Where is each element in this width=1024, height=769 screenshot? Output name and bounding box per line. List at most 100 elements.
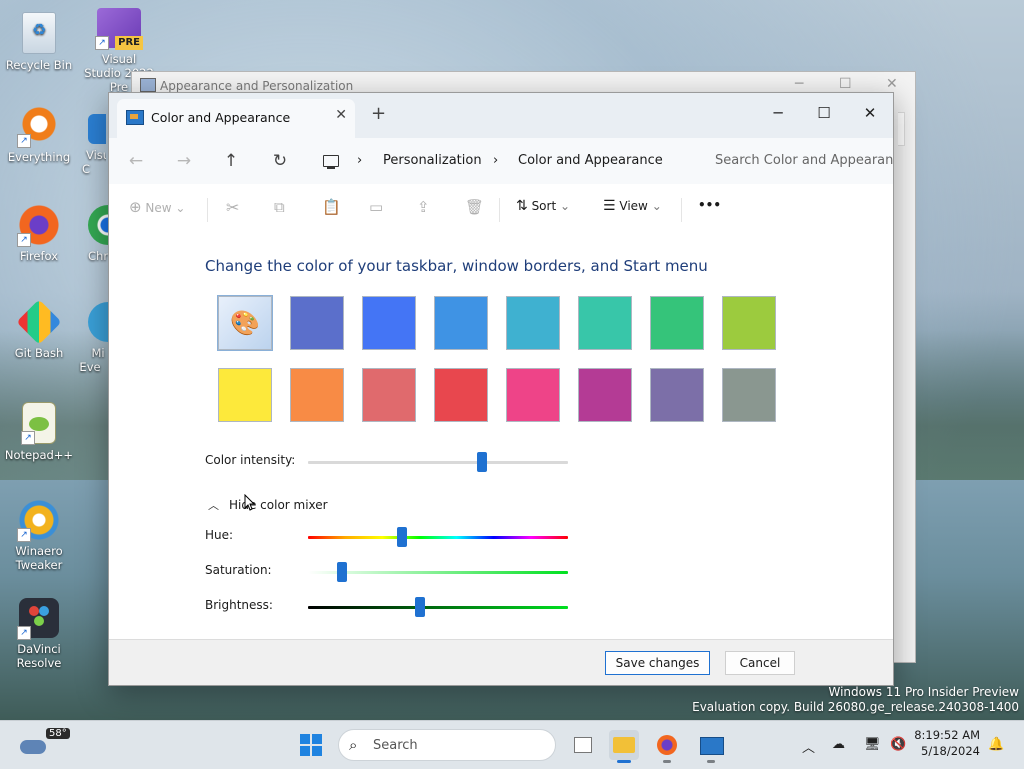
brightness-slider[interactable]: [308, 597, 568, 617]
saturation-slider[interactable]: [308, 562, 568, 582]
desktop-icon-git-bash[interactable]: Git Bash: [2, 299, 76, 360]
desktop-icon-label: Winaero Tweaker: [15, 544, 63, 572]
color-swatch[interactable]: [722, 296, 776, 350]
edge-icon: [88, 302, 108, 342]
color-swatch[interactable]: 🎨: [217, 295, 273, 351]
desktop-icon-firefox[interactable]: ↗ Firefox: [2, 205, 76, 263]
running-indicator: [663, 760, 671, 763]
color-swatch[interactable]: [290, 368, 344, 422]
volume-muted-icon[interactable]: 🔇: [890, 737, 906, 752]
desktop-icon-winaero-tweaker[interactable]: ↗ Winaero Tweaker: [2, 500, 76, 572]
chevron-up-icon: ︿: [208, 499, 219, 512]
color-appearance-window[interactable]: Color and Appearance ✕ + ─ ☐ ✕ ← → ↑ ↻ ›…: [108, 92, 894, 686]
taskbar-search-input[interactable]: ⌕ Search: [338, 729, 556, 761]
desktop-icon-microsoft-edge[interactable]: Mi Eve: [72, 302, 108, 374]
hide-color-mixer-toggle[interactable]: ︿ Hide color mixer: [208, 497, 328, 513]
command-bar: ⊕ New ⌄ ✂ ⧉ 📋 ▭ ⇪ 🗑 ⇅ Sort ⌄ ☰ View ⌄ ••…: [109, 184, 893, 236]
bg-close-button[interactable]: ✕: [886, 76, 898, 92]
control-panel-icon: [126, 110, 144, 125]
new-button[interactable]: ⊕ New ⌄: [129, 198, 185, 216]
search-input[interactable]: Search Color and Appearance: [705, 144, 893, 178]
bg-maximize-button[interactable]: ☐: [839, 76, 852, 92]
color-swatch[interactable]: [722, 368, 776, 422]
back-button[interactable]: ←: [123, 148, 149, 174]
more-options-icon[interactable]: •••: [698, 198, 721, 212]
firefox-icon: ↗: [17, 205, 59, 247]
desktop-icon-everything[interactable]: ↗ Everything: [2, 106, 76, 164]
save-changes-button[interactable]: Save changes: [605, 651, 710, 675]
show-hidden-icons-chevron-icon[interactable]: ︿: [802, 737, 815, 756]
chevron-down-icon: ⌄: [651, 199, 662, 213]
view-button[interactable]: ☰ View ⌄: [603, 198, 662, 214]
maximize-button[interactable]: ☐: [801, 99, 847, 127]
control-panel-taskbar-button[interactable]: [696, 730, 726, 763]
desktop-icon-chrome[interactable]: Chr: [72, 205, 108, 263]
close-button[interactable]: ✕: [847, 99, 893, 127]
temperature-badge: 58°: [46, 728, 70, 739]
refresh-button[interactable]: ↻: [267, 148, 293, 174]
pre-badge: PRE: [115, 36, 143, 50]
weather-widget[interactable]: 58°: [18, 728, 70, 758]
bg-window-search-edge: [898, 112, 905, 146]
onedrive-icon[interactable]: ☁: [832, 737, 845, 752]
desktop-icon-label: Everything: [7, 150, 71, 164]
clock[interactable]: 8:19:52 AM 5/18/2024: [914, 727, 980, 759]
desktop-icon-notepadplusplus[interactable]: ↗ Notepad++: [2, 402, 76, 462]
task-view-button[interactable]: [567, 730, 597, 760]
cancel-button[interactable]: Cancel: [725, 651, 795, 675]
hue-thumb[interactable]: [396, 527, 407, 547]
desktop-icon-label: DaVinci Resolve: [16, 642, 62, 670]
network-icon[interactable]: 🖥: [864, 737, 881, 752]
view-icon: ☰: [603, 198, 616, 214]
color-settings-panel: Change the color of your taskbar, window…: [109, 235, 893, 639]
desktop-icon-davinci-resolve[interactable]: ↗ DaVinci Resolve: [2, 598, 76, 670]
hue-slider[interactable]: [308, 527, 568, 547]
file-explorer-taskbar-button[interactable]: [609, 730, 639, 763]
color-swatch[interactable]: [434, 296, 488, 350]
desktop-icon-visual-studio-code[interactable]: Visu C: [66, 114, 106, 176]
breadcrumb-personalization[interactable]: Personalization: [383, 153, 482, 168]
breadcrumb-color-and-appearance[interactable]: Color and Appearance: [518, 153, 663, 168]
notification-bell-icon[interactable]: 🔔: [988, 737, 1004, 752]
watermark-edition: Windows 11 Pro Insider Preview: [828, 685, 1019, 699]
copy-icon[interactable]: ⧉: [274, 198, 285, 216]
running-indicator: [617, 760, 631, 763]
share-icon[interactable]: ⇪: [417, 198, 430, 216]
sort-label: Sort: [531, 199, 557, 213]
brightness-label: Brightness:: [205, 598, 273, 612]
start-button[interactable]: [300, 734, 322, 756]
cut-icon[interactable]: ✂: [226, 198, 239, 217]
color-swatch[interactable]: [650, 368, 704, 422]
shortcut-arrow-icon: ↗: [17, 134, 31, 148]
color-swatch[interactable]: [578, 368, 632, 422]
address-bar[interactable]: › Personalization › Color and Appearance: [315, 144, 691, 178]
color-swatch[interactable]: [362, 296, 416, 350]
color-intensity-slider[interactable]: [308, 452, 568, 472]
color-swatch[interactable]: [362, 368, 416, 422]
color-swatch[interactable]: [290, 296, 344, 350]
tab-close-icon[interactable]: ✕: [335, 107, 347, 123]
new-tab-button[interactable]: +: [371, 105, 386, 123]
color-intensity-thumb[interactable]: [477, 452, 488, 472]
color-swatch[interactable]: [218, 368, 272, 422]
brightness-thumb[interactable]: [414, 597, 425, 617]
firefox-taskbar-button[interactable]: [652, 730, 682, 763]
color-swatch[interactable]: [434, 368, 488, 422]
rename-icon[interactable]: ▭: [369, 198, 383, 216]
desktop-icon-recycle-bin[interactable]: ♻ Recycle Bin: [2, 12, 76, 72]
saturation-thumb[interactable]: [336, 562, 347, 582]
color-swatch[interactable]: [650, 296, 704, 350]
color-swatch[interactable]: [578, 296, 632, 350]
custom-color-brush-icon: 🎨: [230, 309, 260, 337]
up-button[interactable]: ↑: [218, 148, 244, 174]
bg-minimize-button[interactable]: ─: [795, 76, 803, 92]
desktop-icon-label: Mi Eve: [79, 346, 105, 374]
paste-icon[interactable]: 📋: [322, 198, 341, 216]
tab-color-and-appearance[interactable]: Color and Appearance ✕: [117, 99, 355, 138]
color-swatch[interactable]: [506, 296, 560, 350]
forward-button[interactable]: →: [171, 148, 197, 174]
sort-button[interactable]: ⇅ Sort ⌄: [516, 198, 570, 214]
delete-icon[interactable]: 🗑: [465, 198, 484, 216]
minimize-button[interactable]: ─: [755, 99, 801, 127]
color-swatch[interactable]: [506, 368, 560, 422]
